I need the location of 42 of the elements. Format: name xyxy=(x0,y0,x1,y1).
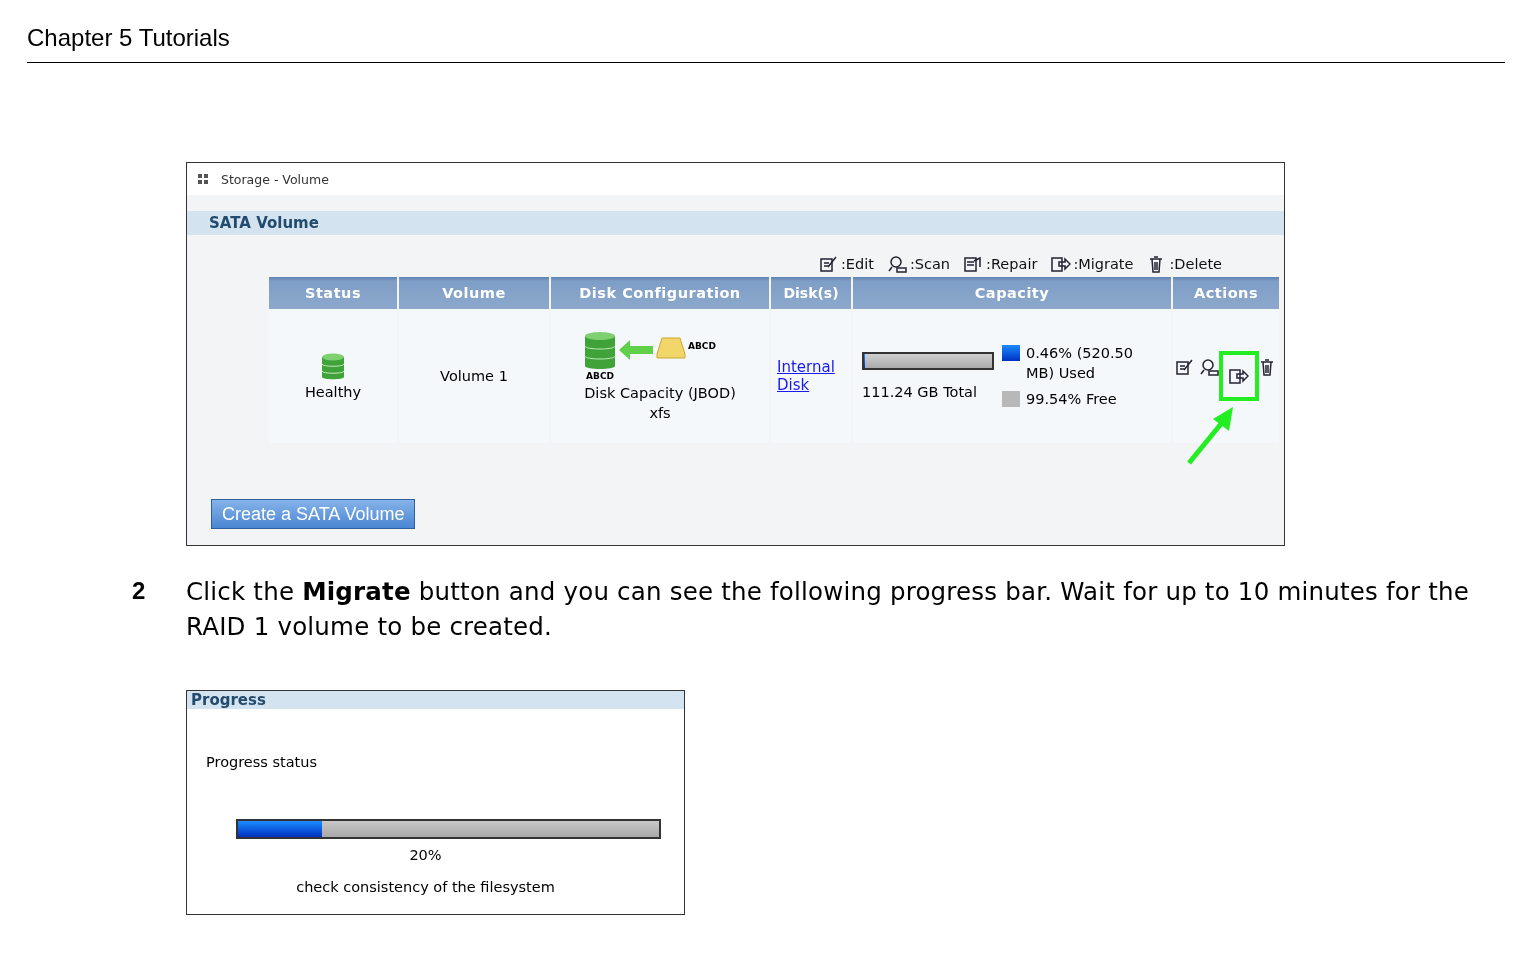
column-header: Disk Configuration xyxy=(551,277,769,309)
disk-label: ABCD xyxy=(586,371,614,381)
breadcrumb: Storage - Volume xyxy=(221,171,329,187)
column-header: Capacity xyxy=(853,277,1171,309)
used-swatch xyxy=(1002,345,1020,361)
filesystem-text: xfs xyxy=(649,405,671,421)
edit-icon xyxy=(818,255,839,273)
grid-icon xyxy=(197,173,209,185)
free-swatch xyxy=(1002,391,1020,407)
section-title: SATA Volume xyxy=(209,214,319,232)
progress-title: Progress xyxy=(191,691,266,709)
total-capacity: 111.24 GB Total xyxy=(862,384,977,400)
chapter-title: Chapter 5 Tutorials xyxy=(27,24,230,51)
progress-label: Progress status xyxy=(206,754,318,770)
status-text: Healthy xyxy=(304,384,362,400)
arrow-icon xyxy=(618,339,655,361)
column-header: Actions xyxy=(1173,277,1279,309)
disk-label: ABCD xyxy=(688,341,716,351)
legend-label: :Edit xyxy=(840,256,874,272)
arrow-icon xyxy=(1051,255,1072,273)
step-instruction: Click the Migrate button and you can see the following progress bar. Wait for up to 10 minutes for the RAID 1 volume to be created. xyxy=(186,576,1471,643)
config-description: Disk Capacity (JBOD) xyxy=(584,385,736,401)
column-header: Status xyxy=(269,277,397,309)
database-icon xyxy=(320,352,346,382)
database-icon xyxy=(584,331,617,371)
progress-message: check consistency of the filesystem xyxy=(296,879,555,895)
free-capacity: 99.54% Free xyxy=(1026,390,1117,409)
legend-label: :Scan xyxy=(909,256,951,272)
volume-name: Volume 1 xyxy=(440,368,508,384)
step-number: 2 xyxy=(132,576,147,606)
legend-label: :Delete xyxy=(1169,256,1222,272)
progress-percent: 20% xyxy=(409,847,442,863)
used-capacity: 0.46% (520.50 MB) Used xyxy=(1026,344,1135,383)
hard-drive-icon xyxy=(656,337,687,359)
column-header: Volume xyxy=(399,277,549,309)
edit-icon xyxy=(1174,358,1195,376)
magnifier-icon xyxy=(887,255,908,273)
column-header: Disk(s) xyxy=(771,277,851,309)
legend-label: :Migrate xyxy=(1073,256,1134,272)
legend-label: :Repair xyxy=(986,256,1038,272)
magnifier-icon xyxy=(1199,358,1220,376)
arrow-icon xyxy=(1228,367,1249,385)
